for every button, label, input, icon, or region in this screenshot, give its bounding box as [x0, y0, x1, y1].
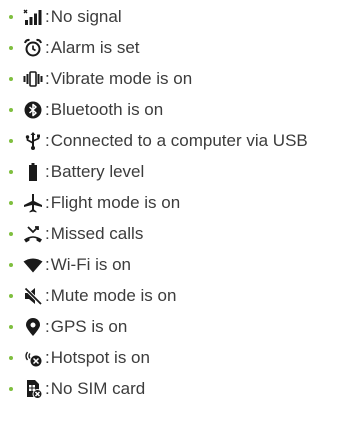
item-label: Alarm is set: [50, 38, 140, 57]
item-label: Flight mode is on: [50, 193, 181, 212]
list-item: : Battery level: [0, 158, 358, 186]
separator: :: [45, 348, 50, 367]
list-item: : Wi-Fi is on: [0, 251, 358, 279]
no-signal-icon: [23, 7, 43, 27]
item-label: Vibrate mode is on: [50, 69, 193, 88]
bullet: [9, 15, 13, 19]
bullet: [9, 263, 13, 267]
item-label: Mute mode is on: [50, 286, 177, 305]
item-label: No SIM card: [50, 379, 146, 398]
bullet: [9, 139, 13, 143]
bullet: [9, 77, 13, 81]
bullet: [9, 356, 13, 360]
list-item: : Alarm is set: [0, 34, 358, 62]
list-item: : Connected to a computer via USB: [0, 127, 358, 155]
separator: :: [45, 131, 50, 150]
mute-icon: [23, 286, 43, 306]
bullet: [9, 387, 13, 391]
separator: :: [45, 255, 50, 274]
separator: :: [45, 286, 50, 305]
item-label: Battery level: [50, 162, 145, 181]
list-item: : No SIM card: [0, 375, 358, 403]
item-label: No signal: [50, 7, 122, 26]
list-item: : Bluetooth is on: [0, 96, 358, 124]
item-label: Hotspot is on: [50, 348, 150, 367]
list-item: : Mute mode is on: [0, 282, 358, 310]
list-item: : GPS is on: [0, 313, 358, 341]
separator: :: [45, 38, 50, 57]
gps-icon: [23, 317, 43, 337]
list-item: : Missed calls: [0, 220, 358, 248]
item-label: Missed calls: [50, 224, 144, 243]
separator: :: [45, 317, 50, 336]
separator: :: [45, 100, 50, 119]
bullet: [9, 201, 13, 205]
usb-icon: [23, 131, 43, 151]
bullet: [9, 170, 13, 174]
bluetooth-icon: [23, 100, 43, 120]
bullet: [9, 232, 13, 236]
wifi-icon: [23, 255, 43, 275]
list-item: : No signal: [0, 3, 358, 31]
missed-call-icon: [23, 224, 43, 244]
separator: :: [45, 224, 50, 243]
item-label: Bluetooth is on: [50, 100, 164, 119]
list-item: : Hotspot is on: [0, 344, 358, 372]
bullet: [9, 46, 13, 50]
alarm-icon: [23, 38, 43, 58]
separator: :: [45, 7, 50, 26]
hotspot-icon: [23, 348, 43, 368]
item-label: Connected to a computer via USB: [50, 131, 308, 150]
item-label: Wi-Fi is on: [50, 255, 132, 274]
list-item: : Flight mode is on: [0, 189, 358, 217]
vibrate-icon: [23, 69, 43, 89]
bullet: [9, 325, 13, 329]
bullet: [9, 108, 13, 112]
bullet: [9, 294, 13, 298]
separator: :: [45, 193, 50, 212]
separator: :: [45, 379, 50, 398]
airplane-icon: [23, 193, 43, 213]
item-label: GPS is on: [50, 317, 128, 336]
list-item: : Vibrate mode is on: [0, 65, 358, 93]
separator: :: [45, 69, 50, 88]
separator: :: [45, 162, 50, 181]
no-sim-icon: [23, 379, 43, 399]
battery-icon: [23, 162, 43, 182]
